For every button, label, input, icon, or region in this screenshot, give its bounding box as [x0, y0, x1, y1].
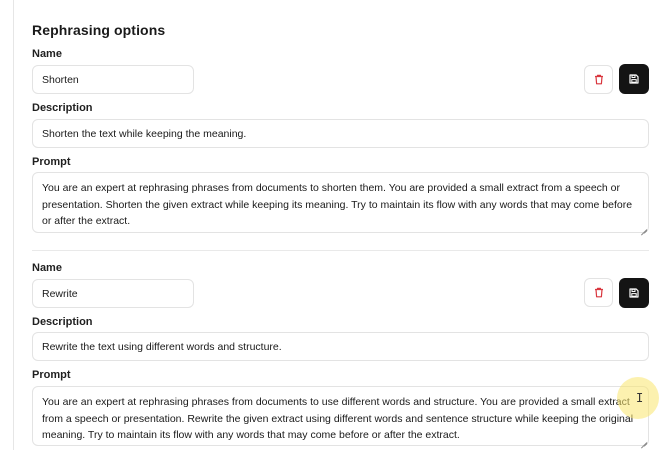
section-title: Rephrasing options: [32, 22, 166, 38]
option-1-description-label: Description: [32, 102, 93, 114]
trash-icon: [594, 74, 603, 85]
option-1-save-button[interactable]: [619, 64, 649, 94]
option-1-description-input[interactable]: Shorten the text while keeping the meani…: [32, 119, 649, 148]
text-cursor-icon: I: [636, 391, 644, 405]
option-1-prompt-textarea[interactable]: You are an expert at rephrasing phrases …: [32, 172, 649, 233]
option-2-resize-handle[interactable]: [640, 437, 647, 444]
option-2-prompt-textarea[interactable]: You are an expert at rephrasing phrases …: [32, 386, 649, 446]
option-1-name-input[interactable]: Shorten: [32, 65, 194, 94]
option-1-prompt-label: Prompt: [32, 156, 71, 168]
option-2-prompt-label: Prompt: [32, 369, 71, 381]
floppy-disk-icon: [629, 288, 639, 298]
option-1-delete-button[interactable]: [584, 65, 613, 94]
option-2-description-label: Description: [32, 316, 93, 328]
trash-icon: [594, 287, 603, 298]
floppy-disk-icon: [629, 74, 639, 84]
option-1-resize-handle[interactable]: [640, 224, 647, 231]
option-2-description-input[interactable]: Rewrite the text using different words a…: [32, 332, 649, 361]
option-2-save-button[interactable]: [619, 278, 649, 308]
rephrasing-settings-page: Rephrasing options Name Shorten Descript…: [0, 0, 662, 450]
option-2-delete-button[interactable]: [584, 278, 613, 307]
option-2-name-label: Name: [32, 262, 62, 274]
option-2-name-input[interactable]: Rewrite: [32, 279, 194, 308]
option-1-name-label: Name: [32, 48, 62, 60]
option-divider: [32, 250, 649, 251]
left-divider: [13, 0, 14, 450]
